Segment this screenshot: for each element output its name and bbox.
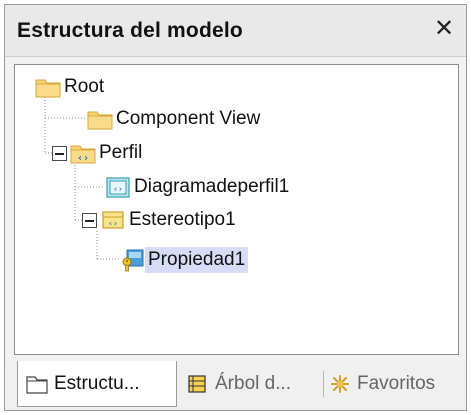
- profile-diagram-icon: ‹›: [106, 177, 130, 198]
- tree-node-component-view[interactable]: Component View: [87, 105, 263, 133]
- close-button[interactable]: ✕: [430, 15, 458, 43]
- tree-node-label: Component View: [116, 108, 261, 129]
- tab-label: Estructu...: [54, 372, 140, 394]
- collapse-toggle-estereotipo1[interactable]: [82, 213, 97, 228]
- tree-node-perfil[interactable]: ‹› Perfil: [70, 139, 145, 167]
- profile-package-icon: ‹›: [70, 145, 96, 164]
- panel-title: Estructura del modelo: [17, 19, 243, 42]
- tree-node-estereotipo1[interactable]: ‹› Estereotipo1: [100, 206, 239, 234]
- tree-node-label: Propiedad1: [145, 247, 249, 273]
- panel-titlebar: Estructura del modelo ✕: [5, 5, 466, 57]
- close-icon: ✕: [433, 15, 455, 42]
- tree-node-propiedad1[interactable]: Propiedad1: [119, 246, 249, 274]
- property-key-icon: [122, 249, 144, 272]
- tree-node-root[interactable]: Root: [35, 73, 107, 101]
- favorites-star-icon: [331, 375, 349, 393]
- stereotype-icon: ‹›: [102, 211, 124, 229]
- tree-node-diagramadeperfil1[interactable]: ‹› Diagramadeperfil1: [105, 173, 292, 201]
- tree-node-label: Root: [64, 76, 105, 97]
- tab-arbol-diagramas[interactable]: Árbol d...: [181, 361, 319, 407]
- panel-tab-bar: Estructu... Árbol d... Favoritos: [5, 361, 466, 410]
- tab-label: Árbol d...: [215, 373, 292, 394]
- model-tree[interactable]: Root Component View ‹› Perfil ‹› Diagram…: [14, 64, 459, 355]
- svg-text:‹›: ‹›: [108, 219, 118, 228]
- folder-icon: [87, 111, 113, 130]
- diagram-tree-icon: [188, 375, 206, 393]
- svg-text:‹›: ‹›: [77, 153, 89, 164]
- tree-node-label: Perfil: [99, 142, 143, 163]
- tree-node-label: Estereotipo1: [129, 209, 236, 230]
- model-tree-panel: Estructura del modelo ✕ Root Component V…: [4, 4, 467, 411]
- tab-estructura[interactable]: Estructu...: [17, 361, 177, 407]
- svg-text:‹›: ‹›: [113, 185, 123, 194]
- folder-icon: [35, 79, 61, 98]
- tab-favoritos[interactable]: Favoritos: [323, 361, 463, 407]
- tab-label: Favoritos: [357, 373, 436, 394]
- folder-outline-icon: [26, 375, 48, 394]
- tree-node-label: Diagramadeperfil1: [134, 176, 290, 197]
- collapse-toggle-perfil[interactable]: [52, 146, 67, 161]
